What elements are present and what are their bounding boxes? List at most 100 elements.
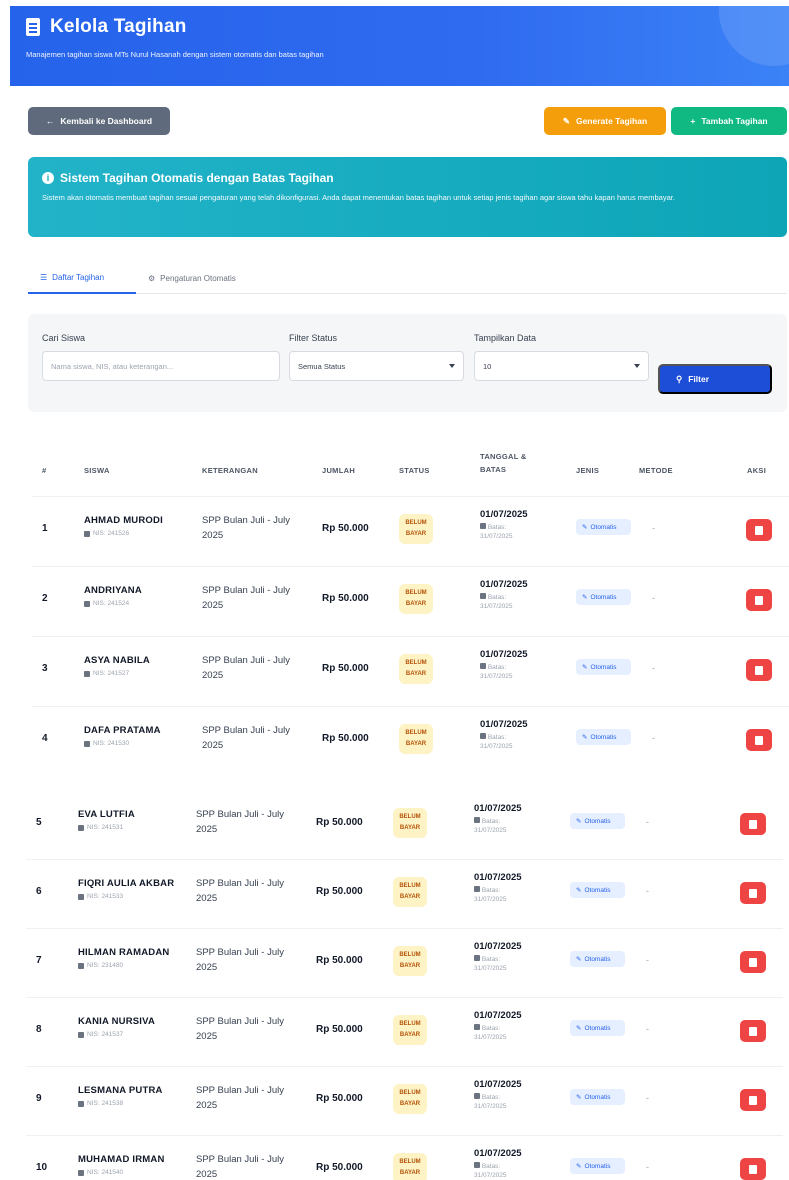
bill-amount: Rp 50.000 [316, 1024, 363, 1035]
table-row: 9 LESMANA PUTRA NIS: 241538 SPP Bulan Ju… [26, 1066, 783, 1136]
type-badge: ✎ Otomatis [576, 659, 631, 675]
delete-button[interactable] [740, 1089, 766, 1111]
delete-button[interactable] [740, 813, 766, 835]
id-card-icon [78, 1100, 84, 1107]
type-badge: ✎ Otomatis [570, 1158, 625, 1174]
bill-due-date: 31/07/2025 [474, 965, 507, 972]
date-cell: 01/07/2025 Batas: 31/07/2025 [474, 872, 522, 904]
delete-button[interactable] [740, 882, 766, 904]
type-badge: ✎ Otomatis [570, 951, 625, 967]
student-nis-text: NIS: 231480 [87, 962, 124, 969]
delete-button[interactable] [746, 519, 772, 541]
show-data-select[interactable]: 10 [474, 351, 649, 381]
type-badge-label: Otomatis [584, 817, 611, 825]
calendar-icon [474, 955, 480, 961]
add-bill-button[interactable]: + Tambah Tagihan [671, 107, 787, 135]
id-card-icon [78, 1031, 84, 1038]
bill-description: SPP Bulan Juli - July 2025 [196, 1016, 285, 1042]
delete-button[interactable] [746, 659, 772, 681]
bill-due: Batas: 31/07/2025 [480, 523, 528, 541]
bill-due-date: 31/07/2025 [480, 673, 513, 680]
table-row: 7 HILMAN RAMADAN NIS: 231480 SPP Bulan J… [26, 928, 783, 998]
page-header: Kelola Tagihan Manajemen tagihan siswa M… [10, 6, 789, 86]
col-tanggal-line1: TANGGAL & [480, 452, 527, 461]
date-cell: 01/07/2025 Batas: 31/07/2025 [480, 649, 528, 681]
student-cell: KANIA NURSIVA NIS: 241537 [78, 1016, 155, 1038]
table-row: 2 ANDRIYANA NIS: 241524 SPP Bulan Juli -… [32, 566, 789, 636]
banner-text: Sistem akan otomatis membuat tagihan ses… [42, 193, 675, 202]
delete-button[interactable] [746, 589, 772, 611]
row-number: 7 [36, 955, 42, 966]
row-number: 3 [42, 663, 48, 674]
status-badge: BELUM BAYAR [393, 946, 427, 976]
bill-amount: Rp 50.000 [316, 955, 363, 966]
back-to-dashboard-button[interactable]: ← Kembali ke Dashboard [28, 107, 170, 135]
bill-date: 01/07/2025 [480, 579, 528, 590]
filter-button-label: Filter [688, 374, 710, 384]
type-badge: ✎ Otomatis [576, 589, 631, 605]
delete-button[interactable] [740, 951, 766, 973]
bill-description: SPP Bulan Juli - July 2025 [196, 1085, 285, 1111]
date-cell: 01/07/2025 Batas: 31/07/2025 [474, 1079, 522, 1111]
bill-date: 01/07/2025 [474, 803, 522, 814]
student-cell: EVA LUTFIA NIS: 241531 [78, 809, 135, 831]
tab-pengaturan-otomatis[interactable]: ⚙ Pengaturan Otomatis [148, 262, 268, 294]
id-card-icon [84, 530, 90, 537]
payment-method: - [646, 1024, 649, 1034]
status-filter-select[interactable]: Semua Status [289, 351, 464, 381]
delete-button[interactable] [740, 1020, 766, 1042]
status-badge: BELUM BAYAR [399, 724, 433, 754]
student-nis: NIS: 241530 [84, 740, 161, 747]
bill-due-label: Batas: [487, 594, 507, 601]
student-cell: LESMANA PUTRA NIS: 241538 [78, 1085, 163, 1107]
search-icon: ⚲ [676, 373, 683, 384]
search-input[interactable]: Nama siswa, NIS, atau keterangan... [42, 351, 280, 381]
student-nis-text: NIS: 241524 [93, 600, 130, 607]
bill-description: SPP Bulan Juli - July 2025 [196, 947, 285, 973]
bill-due-date: 31/07/2025 [480, 533, 513, 540]
bill-due-label: Batas: [481, 887, 501, 894]
col-siswa: SISWA [84, 466, 110, 475]
delete-button[interactable] [746, 729, 772, 751]
filter-button[interactable]: ⚲ Filter [658, 364, 772, 394]
bill-due: Batas: 31/07/2025 [480, 593, 528, 611]
bill-due: Batas: 31/07/2025 [474, 886, 522, 904]
bill-due-label: Batas: [481, 818, 501, 825]
banner-title: Sistem Tagihan Otomatis dengan Batas Tag… [60, 171, 334, 185]
tab-list-label: Daftar Tagihan [52, 272, 105, 282]
bill-date: 01/07/2025 [480, 509, 528, 520]
list-icon: ☰ [40, 272, 48, 282]
type-badge: ✎ Otomatis [576, 729, 631, 745]
chevron-down-icon [634, 364, 640, 368]
bill-due-label: Batas: [481, 1094, 501, 1101]
bill-description: SPP Bulan Juli - July 2025 [196, 809, 285, 835]
generate-bill-button[interactable]: ✎ Generate Tagihan [544, 107, 666, 135]
tab-settings-label: Pengaturan Otomatis [160, 273, 236, 283]
col-num: # [42, 466, 47, 475]
pencil-icon: ✎ [582, 524, 588, 531]
tab-daftar-tagihan[interactable]: ☰ Daftar Tagihan [28, 262, 136, 294]
id-card-icon [84, 670, 90, 677]
status-badge: BELUM BAYAR [393, 877, 427, 907]
bill-date: 01/07/2025 [480, 719, 528, 730]
bill-due-label: Batas: [487, 664, 507, 671]
student-cell: MUHAMAD IRMAN NIS: 241540 [78, 1154, 165, 1176]
row-number: 8 [36, 1024, 42, 1035]
gear-icon: ⚙ [148, 273, 156, 283]
type-badge-label: Otomatis [584, 1024, 611, 1032]
student-cell: HILMAN RAMADAN NIS: 231480 [78, 947, 169, 969]
bill-description: SPP Bulan Juli - July 2025 [196, 1154, 285, 1180]
bill-due: Batas: 31/07/2025 [474, 1024, 522, 1042]
delete-button[interactable] [740, 1158, 766, 1180]
id-card-icon [78, 893, 84, 900]
bills-table: # SISWA KETERANGAN JUMLAH STATUS TANGGAL… [26, 432, 789, 1180]
row-number: 1 [42, 523, 48, 534]
bill-date: 01/07/2025 [474, 1079, 522, 1090]
student-nis: NIS: 231480 [78, 962, 169, 969]
id-card-icon [78, 1169, 84, 1176]
document-icon [26, 18, 40, 36]
page-subtitle: Manajemen tagihan siswa MTs Nurul Hasana… [26, 50, 324, 59]
calendar-icon [474, 886, 480, 892]
screenshot-seam [0, 780, 789, 792]
student-name: FIQRI AULIA AKBAR [78, 878, 175, 889]
